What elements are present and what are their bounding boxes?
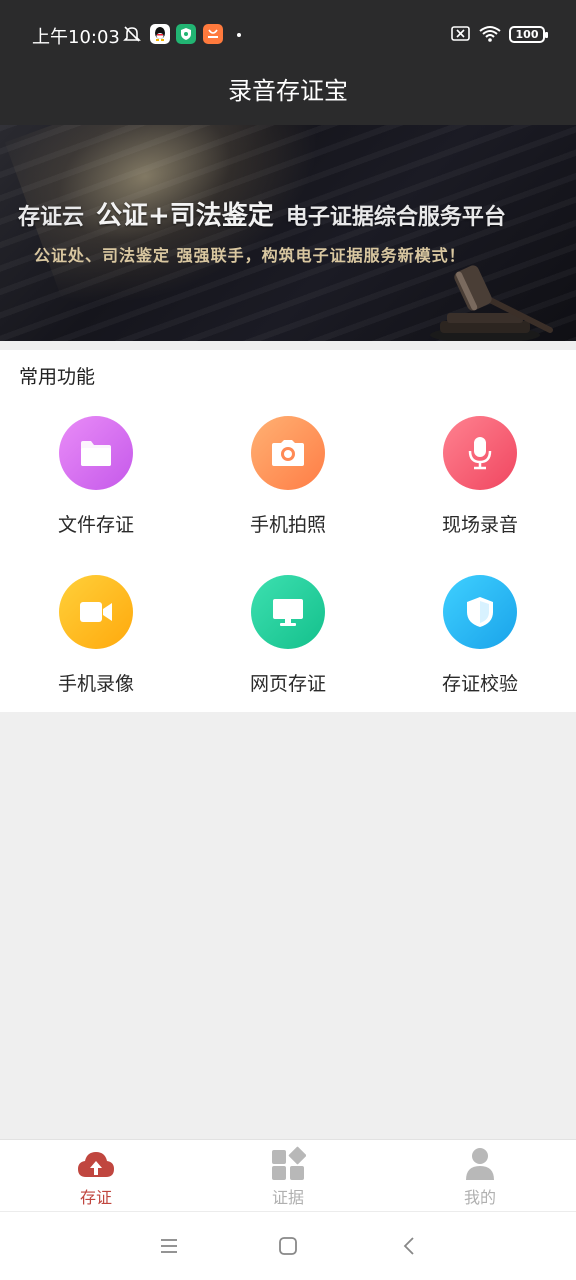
nav-label: 我的 xyxy=(463,1188,496,1207)
banner-headline: 存证云 公证+司法鉴定 电子证据综合服务平台 xyxy=(18,195,563,232)
gavel-icon xyxy=(430,265,553,341)
page-title: 录音存证宝 xyxy=(228,77,348,105)
func-phone-photo[interactable]: 手机拍照 xyxy=(192,416,384,556)
system-nav-bar xyxy=(0,1211,576,1280)
banner-part2: 公证+司法鉴定 xyxy=(96,201,274,231)
func-label: 文件存证 xyxy=(57,514,134,536)
bottom-nav: 存证 证据 我的 xyxy=(0,1139,576,1211)
func-evidence-verify[interactable]: 存证校验 xyxy=(384,575,576,715)
grid-icon xyxy=(269,1146,307,1182)
nav-label: 证据 xyxy=(271,1188,304,1207)
func-label: 现场录音 xyxy=(441,514,518,536)
dot-icon xyxy=(237,33,241,37)
func-web-evidence[interactable]: 网页存证 xyxy=(192,575,384,715)
person-icon xyxy=(461,1146,499,1182)
alarm-off-icon xyxy=(122,24,142,44)
video-camera-icon xyxy=(59,575,133,649)
banner-part3: 电子证据综合服务平台 xyxy=(285,205,506,230)
nav-tab-mine[interactable]: 我的 xyxy=(384,1140,576,1212)
func-label: 手机录像 xyxy=(57,673,134,695)
nav-tab-proof[interactable]: 证据 xyxy=(192,1140,384,1212)
top-bar: 上午10:03 100 录音存证宝 xyxy=(0,0,576,125)
battery-icon: 100 xyxy=(509,26,548,43)
qq-icon xyxy=(150,24,170,44)
nav-tab-evidence[interactable]: 存证 xyxy=(0,1140,192,1212)
menu-icon[interactable] xyxy=(157,1234,181,1258)
section-title: 常用功能 xyxy=(19,366,96,388)
func-live-recording[interactable]: 现场录音 xyxy=(384,416,576,556)
cloud-upload-icon xyxy=(77,1146,115,1182)
func-label: 手机拍照 xyxy=(249,514,326,536)
microphone-icon xyxy=(443,416,517,490)
shield-icon xyxy=(443,575,517,649)
status-bar: 上午10:03 100 xyxy=(0,0,576,70)
func-label: 存证校验 xyxy=(441,673,518,695)
shield-app-icon xyxy=(176,24,196,44)
func-file-evidence[interactable]: 文件存证 xyxy=(0,416,192,556)
back-icon[interactable] xyxy=(397,1234,421,1258)
wifi-icon xyxy=(478,25,502,47)
home-icon[interactable] xyxy=(276,1234,300,1258)
monitor-icon xyxy=(251,575,325,649)
nav-label: 存证 xyxy=(79,1188,112,1207)
orange-app-icon xyxy=(203,24,223,44)
func-phone-video[interactable]: 手机录像 xyxy=(0,575,192,715)
sim-x-icon xyxy=(451,25,471,47)
folder-icon xyxy=(59,416,133,490)
func-label: 网页存证 xyxy=(249,673,326,695)
common-functions-panel: 常用功能 文件存证 手机拍照 现场录音 手机录像 网页存证 存证校验 xyxy=(0,350,576,712)
promo-banner[interactable]: 存证云 公证+司法鉴定 电子证据综合服务平台 公证处、司法鉴定 强强联手，构筑电… xyxy=(0,125,576,341)
status-time: 上午10:03 xyxy=(32,27,120,48)
camera-icon xyxy=(251,416,325,490)
banner-part1: 存证云 xyxy=(18,205,85,230)
app-screen: 上午10:03 100 录音存证宝 存证云 公证+司法鉴定 电子证据综合服务平台… xyxy=(0,0,576,1280)
